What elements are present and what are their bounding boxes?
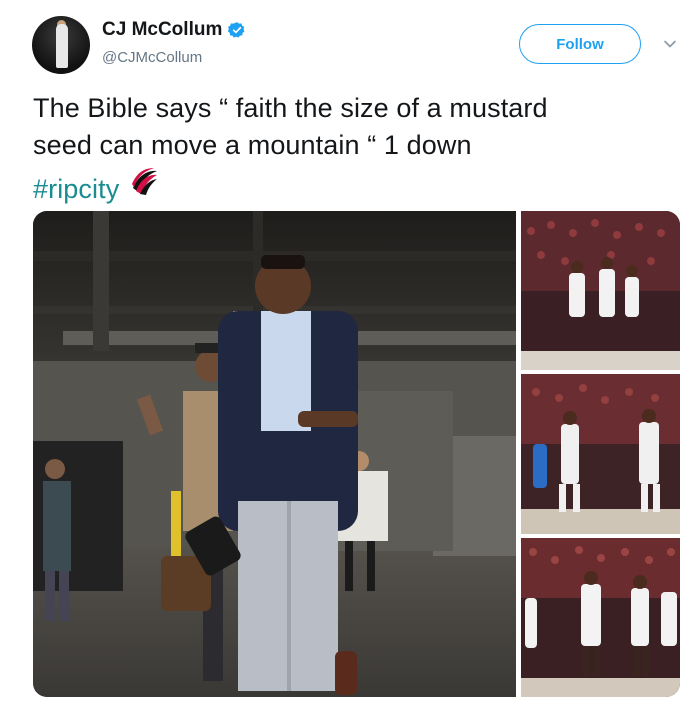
media-grid (33, 211, 680, 697)
court-photo-3[interactable] (521, 538, 680, 697)
name-row: CJ McCollum (102, 19, 246, 41)
chevron-down-icon[interactable] (662, 36, 678, 52)
court-photo-2-image (521, 374, 680, 534)
tweet-line-3: #ripcity (33, 164, 673, 208)
user-handle[interactable]: @CJMcCollum (102, 49, 202, 66)
avatar-figure (56, 24, 68, 68)
main-photo-image (33, 211, 516, 697)
court-photo-1[interactable] (521, 211, 680, 370)
court-photo-3-image (521, 538, 680, 697)
court-photo-1-image (521, 211, 680, 370)
follow-button[interactable]: Follow (519, 24, 641, 64)
pinwheel-emoji-icon (128, 166, 159, 196)
tweet-line-2: seed can move a mountain “ 1 down (33, 130, 472, 160)
main-photo[interactable] (33, 211, 516, 697)
display-name[interactable]: CJ McCollum (102, 19, 222, 41)
hashtag-link[interactable]: #ripcity (33, 174, 119, 204)
tweet-header: CJ McCollum @CJMcCollum Follow (0, 0, 692, 90)
avatar[interactable] (32, 16, 90, 74)
tweet-text: The Bible says “ faith the size of a mus… (33, 90, 673, 208)
court-photo-2[interactable] (521, 374, 680, 534)
verified-badge-icon (228, 22, 245, 38)
tweet-line-1: The Bible says “ faith the size of a mus… (33, 93, 548, 123)
